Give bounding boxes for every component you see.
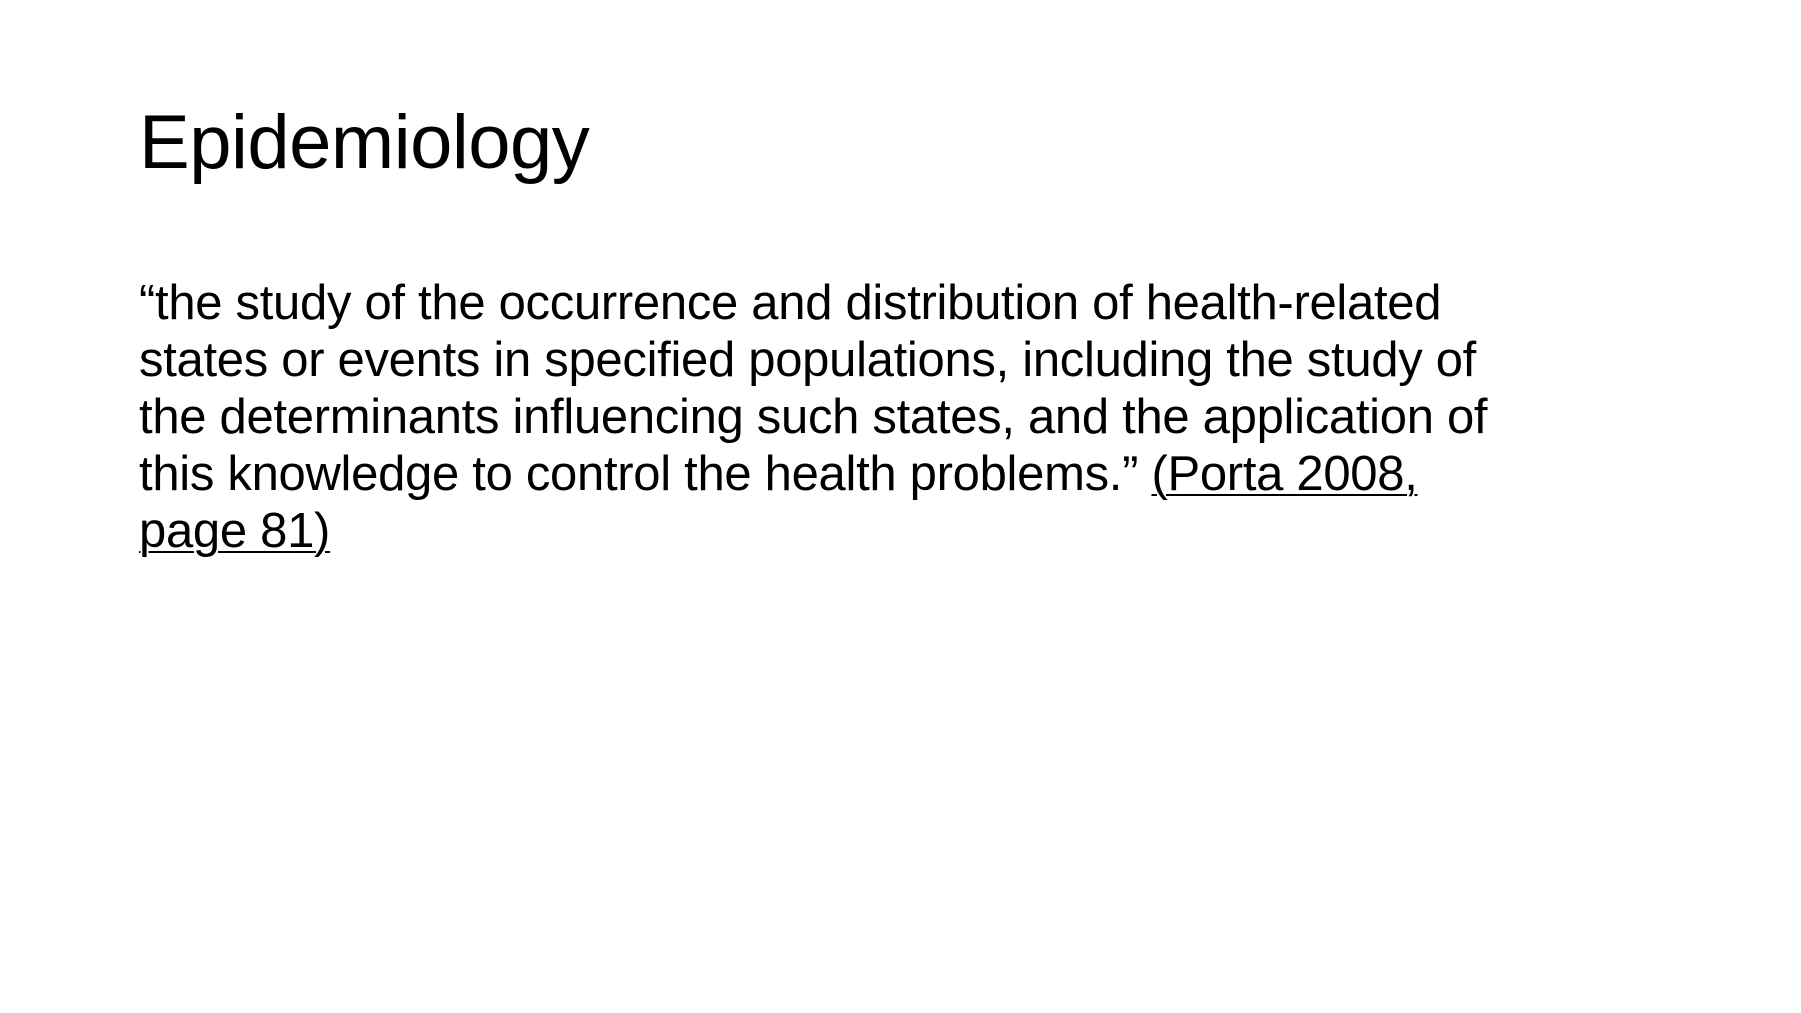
citation-link[interactable]: (Porta 2008,	[1151, 447, 1417, 501]
quote-line-with-citation: this knowledge to control the health pro…	[139, 446, 1699, 503]
citation-line: page 81)	[139, 503, 1699, 560]
citation-link-continued[interactable]: page 81)	[139, 504, 330, 558]
quote-line: “the study of the occurrence and distrib…	[139, 276, 1442, 330]
definition-quote: “the study of the occurrence and distrib…	[139, 275, 1699, 560]
quote-line: states or events in specified population…	[139, 333, 1476, 387]
slide-title: Epidemiology	[139, 100, 590, 185]
quote-line: the determinants influencing such states…	[139, 390, 1488, 444]
quote-line: this knowledge to control the health pro…	[139, 447, 1152, 501]
slide: Epidemiology “the study of the occurrenc…	[0, 0, 1801, 1013]
